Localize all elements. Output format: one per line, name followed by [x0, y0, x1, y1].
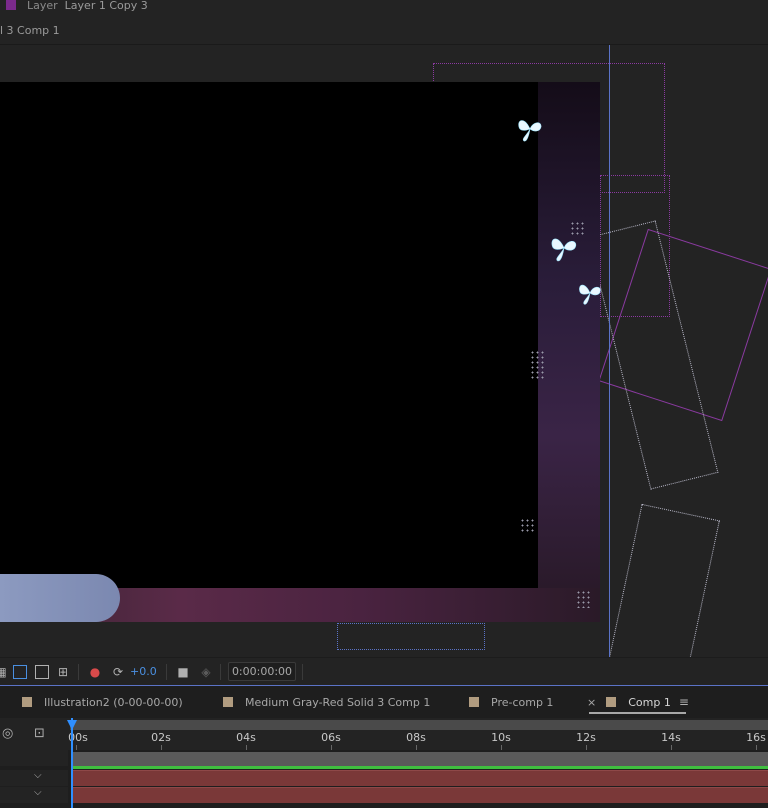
ruler-controls: ◎ ⊡	[0, 718, 68, 750]
butterfly-graphic	[551, 238, 577, 262]
active-tab-indicator	[589, 712, 686, 714]
vertical-guide[interactable]	[609, 45, 610, 657]
close-tab-icon[interactable]: ×	[587, 696, 596, 709]
rotated-layer-outline	[600, 503, 720, 657]
toolbar-separator	[78, 664, 79, 680]
selected-layer-outline	[337, 623, 485, 650]
layer-tracks: ⌵ ⌵	[0, 750, 768, 808]
layer-panel-label: Layer	[27, 0, 58, 12]
tab-pre-comp-1[interactable]: Pre-comp 1	[469, 693, 553, 711]
dot-pattern	[576, 590, 590, 608]
layer-duration-bar[interactable]	[73, 770, 768, 786]
motion-blur-icon[interactable]: ◎	[2, 726, 13, 741]
tab-medium-gray-red-solid[interactable]: Medium Gray-Red Solid 3 Comp 1	[223, 693, 430, 711]
layer-row-controls	[0, 750, 68, 766]
time-tick-label: 06s	[321, 731, 341, 744]
comp-color-swatch	[22, 697, 32, 707]
current-time-display[interactable]: 0:00:00:00	[228, 662, 296, 681]
current-time-indicator[interactable]	[71, 718, 73, 808]
artwork-strip	[538, 82, 600, 588]
artwork-pill-shape	[0, 574, 120, 622]
chevron-down-icon[interactable]: ⌵	[34, 770, 42, 781]
time-ruler[interactable]: ◎ ⊡ 00s 02s 04s 06s 08s 10s 12s 14s 16s	[0, 718, 768, 750]
time-tick-label: 04s	[236, 731, 256, 744]
toolbar-separator	[166, 664, 167, 680]
mask-path-visibility-icon[interactable]	[13, 665, 27, 679]
layer-duration-bar[interactable]	[73, 787, 768, 803]
viewer-header: Layer Layer 1 Copy 3 l 3 Comp 1	[0, 0, 768, 44]
chevron-down-icon[interactable]: ⌵	[34, 787, 42, 798]
composition-frame[interactable]	[0, 82, 600, 622]
exposure-reset-icon[interactable]: ⟳	[111, 665, 125, 679]
time-tick-label: 14s	[661, 731, 681, 744]
comp-duration-bar[interactable]	[73, 752, 768, 766]
comp-color-swatch	[223, 697, 233, 707]
comp-color-swatch	[469, 697, 479, 707]
exposure-value[interactable]: +0.0	[130, 665, 157, 678]
comp-color-swatch	[606, 697, 617, 707]
color-channels-icon[interactable]: ●	[88, 665, 102, 679]
toolbar-separator	[302, 664, 303, 680]
tab-label: Medium Gray-Red Solid 3 Comp 1	[245, 695, 431, 709]
layer-row-controls: ⌵	[0, 787, 68, 803]
region-of-interest-icon[interactable]	[35, 665, 49, 679]
after-effects-window: Layer Layer 1 Copy 3 l 3 Comp 1 ▦ ⊞ ● ⟳ …	[0, 0, 768, 808]
show-snapshot-icon[interactable]: ◈	[199, 665, 213, 679]
time-tick-label: 02s	[151, 731, 171, 744]
timeline-tab-bar: Illustration2 (0-00-00-00) Medium Gray-R…	[0, 685, 768, 718]
layer-panel-title: Layer Layer 1 Copy 3	[0, 0, 148, 14]
viewer-toolbar: ▦ ⊞ ● ⟳ +0.0 ■ ◈ 0:00:00:00	[0, 657, 768, 685]
time-tick-label: 08s	[406, 731, 426, 744]
composition-viewer[interactable]	[0, 45, 768, 657]
butterfly-graphic	[579, 284, 601, 305]
dot-pattern	[520, 518, 534, 534]
graph-editor-icon[interactable]: ⊡	[34, 726, 45, 741]
render-cache-bar	[73, 766, 768, 769]
panel-menu-icon[interactable]: ≡	[679, 695, 689, 709]
layer-label-color-swatch	[6, 0, 16, 10]
comp-breadcrumb[interactable]: l 3 Comp 1	[0, 24, 60, 37]
butterfly-graphic	[518, 120, 542, 142]
tab-comp-1[interactable]: × Comp 1 ≡	[587, 693, 689, 711]
grid-guides-icon[interactable]: ⊞	[56, 665, 70, 679]
time-tick-label: 10s	[491, 731, 511, 744]
toolbar-separator	[220, 664, 221, 680]
current-time-indicator-head[interactable]	[67, 720, 77, 730]
layer-row-controls: ⌵	[0, 770, 68, 786]
dot-pattern	[530, 350, 544, 380]
snapshot-camera-icon[interactable]: ■	[176, 665, 190, 679]
work-area-bar[interactable]	[70, 720, 768, 730]
tab-label: Pre-comp 1	[491, 695, 554, 709]
tab-label: Illustration2 (0-00-00-00)	[44, 695, 183, 709]
tab-illustration2[interactable]: Illustration2 (0-00-00-00)	[22, 693, 183, 711]
transparency-grid-icon[interactable]: ▦	[0, 665, 8, 679]
layer-name-dropdown[interactable]: Layer 1 Copy 3	[65, 0, 148, 12]
time-tick-label: 12s	[576, 731, 596, 744]
tab-label: Comp 1	[628, 695, 671, 709]
time-tick-label: 16s	[746, 731, 766, 744]
